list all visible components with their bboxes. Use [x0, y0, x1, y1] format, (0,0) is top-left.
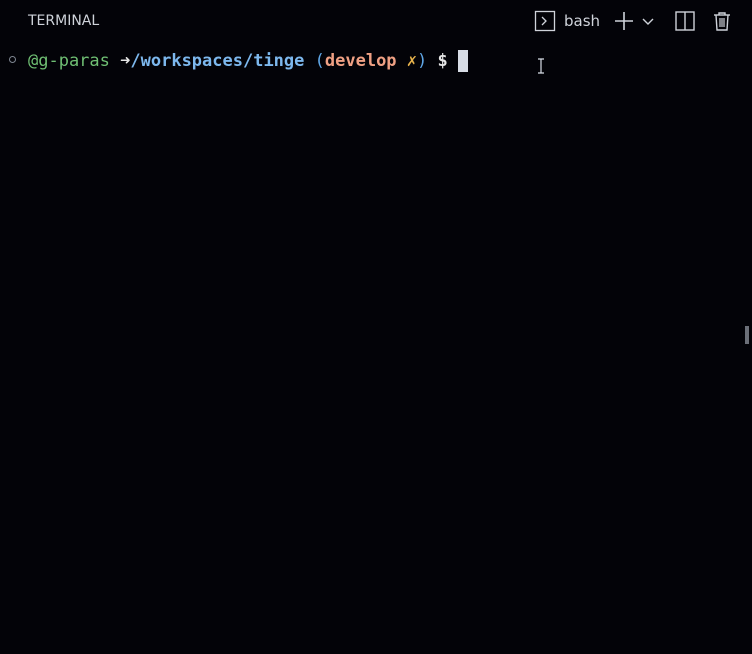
trash-icon [711, 10, 733, 32]
prompt-branch: develop [324, 51, 397, 71]
text-cursor [457, 50, 468, 72]
prompt-arrow: ➜ [120, 51, 131, 71]
scrollbar-thumb[interactable] [745, 326, 749, 344]
terminal-panel: TERMINAL bash @g-paras ➜/workspaces/ting… [0, 0, 752, 654]
split-editor-icon [674, 10, 696, 32]
chevron-down-icon [641, 14, 655, 28]
panel-header: TERMINAL bash [0, 0, 752, 42]
prompt-close-paren: ) [417, 51, 428, 71]
plus-icon [613, 10, 635, 32]
prompt-dollar: $ [437, 51, 448, 71]
tab-terminal[interactable]: TERMINAL [28, 12, 99, 30]
prompt-line: @g-paras ➜/workspaces/tinge (develop ✗) … [28, 50, 468, 72]
terminal-output[interactable]: @g-paras ➜/workspaces/tinge (develop ✗) … [0, 42, 752, 654]
split-terminal-button[interactable] [672, 8, 698, 34]
ibeam-cursor-icon [537, 58, 545, 74]
shell-name: bash [564, 12, 601, 30]
shell-selector[interactable]: bash [534, 8, 602, 34]
new-terminal-button[interactable] [612, 8, 636, 34]
prompt-open-paren: ( [314, 51, 325, 71]
kill-terminal-button[interactable] [709, 8, 735, 34]
prompt-path: /workspaces/tinge [130, 51, 305, 71]
prompt-dirty-marker: ✗ [406, 51, 418, 71]
prompt-user: @g-paras [28, 51, 110, 71]
terminal-dropdown-button[interactable] [639, 8, 657, 34]
command-decoration-icon[interactable] [9, 56, 16, 63]
terminal-icon [534, 10, 556, 32]
